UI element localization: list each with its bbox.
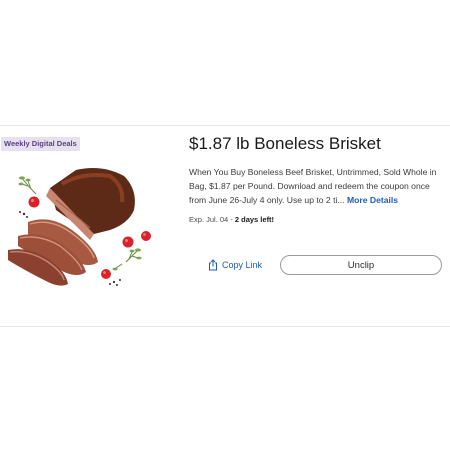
more-details-link[interactable]: More Details (347, 195, 398, 205)
weekly-digital-deals-badge: Weekly Digital Deals (1, 137, 80, 151)
deal-description: When You Buy Boneless Beef Brisket, Untr… (189, 166, 444, 207)
deal-description-text: When You Buy Boneless Beef Brisket, Untr… (189, 167, 437, 205)
deal-card: Weekly Digital Deals $1.87 lb Boneless B… (0, 125, 450, 327)
brisket-image (6, 164, 156, 294)
expiry-date: Exp. Jul. 04 - (189, 215, 233, 224)
copy-link-button[interactable]: Copy Link (208, 257, 262, 273)
copy-link-label: Copy Link (222, 260, 263, 270)
expiry-info: Exp. Jul. 04 - 2 days left! (189, 215, 274, 224)
deal-title: $1.87 lb Boneless Brisket (189, 134, 381, 153)
unclip-button[interactable]: Unclip (280, 255, 442, 275)
share-icon (208, 259, 218, 271)
days-left: 2 days left! (234, 215, 275, 224)
